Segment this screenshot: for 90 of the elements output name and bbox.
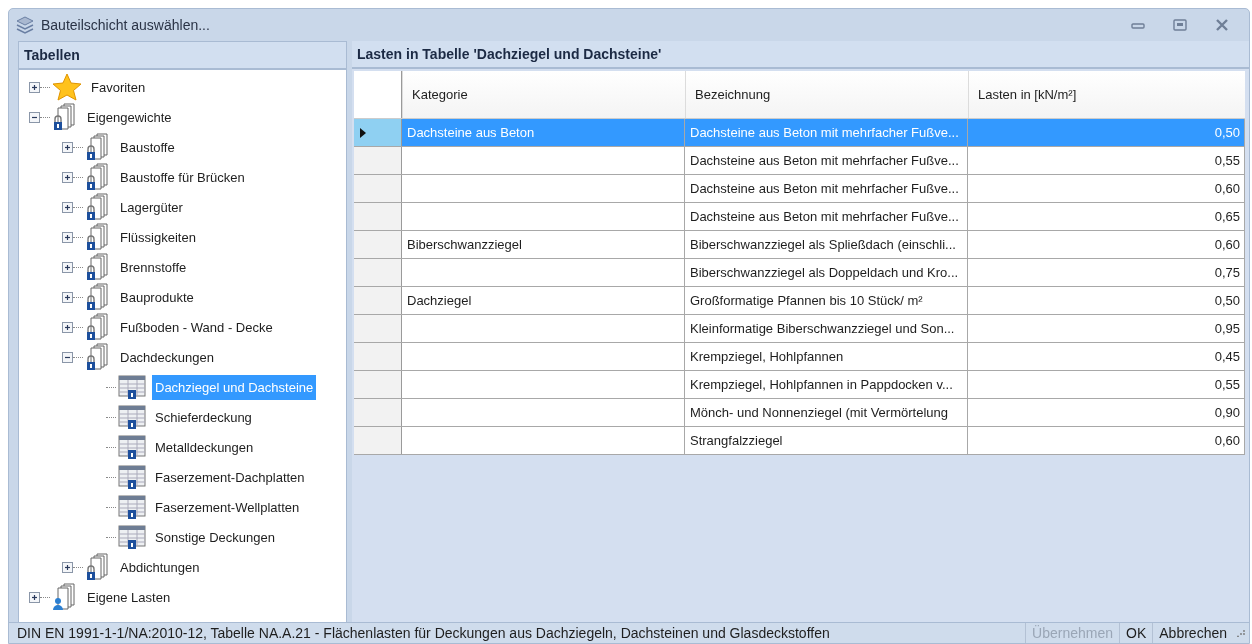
documents-lock-icon (85, 283, 111, 311)
tree-item[interactable]: Lagergüter (117, 194, 186, 220)
table-lock-icon (118, 374, 146, 400)
documents-lock-icon (85, 553, 111, 581)
column-header[interactable]: Lasten in [kN/m²] (968, 71, 1245, 118)
column-header[interactable]: Kategorie (402, 71, 685, 118)
expand-toggle[interactable] (62, 261, 73, 273)
table-cell: Krempziegel, Hohlpfannen (685, 343, 968, 370)
tree-item[interactable]: Abdichtungen (117, 554, 203, 580)
table-lock-icon (118, 494, 146, 520)
documents-lock-icon (52, 103, 78, 131)
documents-lock-icon (85, 343, 111, 371)
documents-person-icon (52, 583, 78, 611)
layers-icon (15, 15, 35, 35)
minimize-icon[interactable] (1131, 20, 1145, 30)
table-cell: Dachsteine aus Beton mit mehrfacher Fußve... (685, 203, 968, 230)
tree-item[interactable]: Faserzement-Wellplatten (152, 494, 303, 520)
expand-toggle[interactable] (29, 591, 40, 603)
tree-item[interactable]: Dachdeckungen (117, 344, 217, 370)
table-lock-icon (118, 404, 146, 430)
maximize-icon[interactable] (1173, 19, 1187, 31)
table-lock-icon (118, 434, 146, 460)
table-cell: 0,55 (968, 147, 1245, 174)
panel-title: Tabellen (19, 42, 346, 70)
tree-item[interactable]: Schieferdeckung (152, 404, 255, 430)
dialog-button[interactable]: OK (1119, 623, 1153, 643)
table-cell: Dachsteine aus Beton mit mehrfacher Fußve... (685, 147, 968, 174)
column-header[interactable]: Bezeichnung (685, 71, 968, 118)
table-cell: Dachziegel (402, 287, 685, 314)
expand-toggle[interactable] (62, 321, 73, 333)
table-cell: 0,60 (968, 427, 1245, 454)
table-cell: 0,65 (968, 203, 1245, 230)
resize-grip-icon[interactable] (1237, 629, 1245, 637)
table-cell: 0,45 (968, 343, 1245, 370)
close-icon[interactable] (1215, 19, 1229, 31)
expand-toggle[interactable] (62, 291, 73, 303)
current-row-icon (360, 127, 366, 138)
table-cell: Biberschwanzziegel (402, 231, 685, 258)
tree-item[interactable]: Eigengewichte (84, 104, 175, 130)
tree-item[interactable]: Brennstoffe (117, 254, 190, 280)
documents-lock-icon (85, 163, 111, 191)
tree-item[interactable]: Baustoffe (117, 134, 178, 160)
table-lock-icon (118, 524, 146, 550)
table-cell: Biberschwanzziegel als Doppeldach und Kro... (685, 259, 968, 286)
tree-item[interactable]: Eigene Lasten (84, 584, 174, 610)
tree-item[interactable]: Metalldeckungen (152, 434, 257, 460)
table-cell: 0,50 (968, 287, 1245, 314)
expand-toggle[interactable] (62, 231, 73, 243)
documents-lock-icon (85, 253, 111, 281)
documents-lock-icon (85, 133, 111, 161)
tree-item[interactable]: Flüssigkeiten (117, 224, 199, 250)
table-cell: Dachsteine aus Beton (402, 119, 685, 146)
tree-item[interactable]: Baustoffe für Brücken (117, 164, 248, 190)
row-header[interactable] (354, 119, 402, 146)
table-cell: Dachsteine aus Beton mit mehrfacher Fußve... (685, 119, 968, 146)
table-cell: Mönch- und Nonnenziegel (mit Vermörtelung (685, 399, 968, 426)
status-text: DIN EN 1991-1-1/NA:2010-12, Tabelle NA.A.21 - Flächenlasten für Deckungen aus Dachziegeln, Dachsteinen und Glasdeckstoffen (17, 625, 831, 641)
table-cell: 0,55 (968, 371, 1245, 398)
tree-item[interactable]: Sonstige Deckungen (152, 524, 278, 550)
table-cell: Kleinformatige Biberschwanzziegel und Son... (685, 315, 968, 342)
grid-corner (354, 71, 402, 118)
expand-toggle[interactable] (62, 141, 73, 153)
expand-toggle[interactable] (62, 561, 73, 573)
table-cell: 0,50 (968, 119, 1245, 146)
dialog-button[interactable]: Abbrechen (1152, 623, 1233, 643)
tree-item[interactable]: Favoriten (88, 74, 149, 100)
table-cell: Strangfalzziegel (685, 427, 968, 454)
expand-toggle[interactable] (62, 201, 73, 213)
table-cell: Biberschwanzziegel als Spließdach (einschli... (685, 231, 968, 258)
collapse-toggle[interactable] (62, 351, 73, 363)
table-cell: 0,60 (968, 175, 1245, 202)
table-cell: Dachsteine aus Beton mit mehrfacher Fußve... (685, 175, 968, 202)
window-title: Bauteilschicht auswählen... (41, 17, 210, 33)
table-cell: 0,75 (968, 259, 1245, 286)
table-cell: 0,60 (968, 231, 1245, 258)
table-cell: 0,95 (968, 315, 1245, 342)
documents-lock-icon (85, 223, 111, 251)
table-lock-icon (118, 464, 146, 490)
star-icon (52, 73, 82, 101)
tree-item[interactable]: Bauprodukte (117, 284, 197, 310)
expand-toggle[interactable] (62, 171, 73, 183)
documents-lock-icon (85, 193, 111, 221)
documents-lock-icon (85, 313, 111, 341)
table-cell: 0,90 (968, 399, 1245, 426)
tree-item[interactable]: Faserzement-Dachplatten (152, 464, 308, 490)
table-cell: Großformatige Pfannen bis 10 Stück/ m² (685, 287, 968, 314)
expand-toggle[interactable] (29, 81, 40, 93)
table-cell: Krempziegel, Hohlpfannen in Pappdocken v... (685, 371, 968, 398)
collapse-toggle[interactable] (29, 111, 40, 123)
tree-item[interactable]: Fußboden - Wand - Decke (117, 314, 276, 340)
